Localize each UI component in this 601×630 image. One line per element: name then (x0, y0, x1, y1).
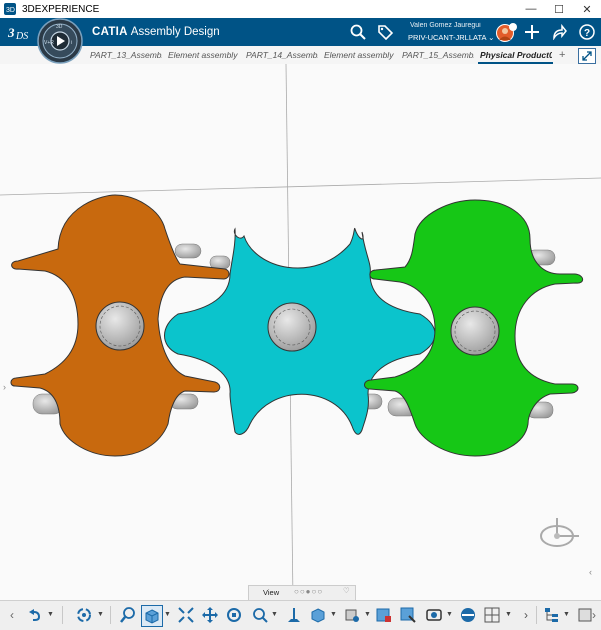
tenant-label: PRIV-UCANT-JRLLATA (408, 33, 487, 42)
expand-icon[interactable] (578, 48, 596, 64)
chevron-down-icon[interactable]: ▼ (563, 611, 570, 618)
chevron-down-icon[interactable]: ▼ (446, 611, 453, 618)
svg-text:i: i (71, 40, 72, 46)
scroll-left-icon[interactable]: ‹ (2, 605, 22, 625)
tab-element-assembly-1[interactable]: Element assembly (168, 50, 240, 60)
left-panel-toggle-icon[interactable]: › (3, 382, 6, 392)
view-pager-label: View (263, 588, 280, 597)
user-block[interactable]: Valen Gomez Jauregui PRIV-UCANT-JRLLATA … (408, 18, 500, 46)
tree-icon[interactable] (542, 605, 562, 625)
divider (536, 606, 537, 624)
minimize-icon[interactable]: — (517, 0, 545, 18)
chevron-down-icon[interactable]: ▼ (47, 611, 54, 618)
iso-view-icon[interactable] (308, 605, 328, 625)
rotate-icon[interactable] (224, 605, 244, 625)
chevron-down-icon[interactable]: ▼ (330, 611, 337, 618)
pan-icon[interactable] (200, 605, 220, 625)
scroll-right-icon[interactable]: › (588, 605, 600, 625)
hub-left (95, 301, 145, 351)
tab-part-14[interactable]: PART_14_Assembly (246, 50, 318, 60)
window-title: 3DEXPERIENCE (22, 3, 100, 15)
axis-line-horizontal (0, 177, 601, 196)
action-bar: ‹ ▼ ▼ ▼ ▼ ▼ ▼ ▼ ▼ › ▼ › (0, 600, 601, 630)
svg-text:?: ? (584, 28, 590, 39)
zoom-in-out-icon[interactable] (250, 605, 270, 625)
app-title: CATIA Assembly Design (92, 26, 220, 38)
brand-name: CATIA (92, 26, 128, 38)
svg-text:DS: DS (15, 31, 28, 41)
app-icon: 3D (4, 3, 16, 15)
tab-bar: PART_13_Assembly Element assembly PART_1… (0, 46, 601, 65)
tab-element-assembly-2[interactable]: Element assembly (324, 50, 396, 60)
svg-text:3D: 3D (56, 24, 63, 30)
add-tab-button[interactable]: + (559, 49, 565, 61)
help-icon[interactable]: ? (577, 22, 597, 42)
axis-triad-icon (540, 518, 579, 547)
hub-center (267, 302, 317, 352)
svg-text:3: 3 (8, 25, 15, 40)
right-panel-toggle-icon[interactable]: ‹ (589, 567, 592, 577)
tab-part-15[interactable]: PART_15_Assembly (402, 50, 474, 60)
fit-all-icon[interactable] (176, 605, 196, 625)
close-icon[interactable]: ✕ (573, 0, 601, 18)
view-pager-dots[interactable]: ○○●○○ (294, 587, 323, 596)
chevron-down-icon: ⌄ (488, 33, 495, 42)
chevron-down-icon[interactable]: ▼ (271, 611, 278, 618)
share-icon[interactable] (549, 22, 569, 42)
undo-icon[interactable] (24, 605, 44, 625)
3d-viewport[interactable]: › ‹ (0, 63, 601, 601)
view-pager[interactable]: View ○○●○○ ♡ (248, 585, 356, 600)
chevron-down-icon[interactable]: ▼ (364, 611, 371, 618)
more-icon[interactable]: › (516, 605, 536, 625)
maximize-icon[interactable]: ☐ (545, 0, 573, 18)
chevron-down-icon[interactable]: ♡ (343, 586, 350, 595)
chevron-down-icon[interactable]: ▼ (164, 611, 171, 618)
tab-part-13[interactable]: PART_13_Assembly (90, 50, 162, 60)
svg-text:3D: 3D (6, 7, 15, 14)
tag-icon[interactable] (375, 22, 395, 42)
chevron-down-icon[interactable]: ▼ (505, 611, 512, 618)
user-name: Valen Gomez Jauregui (410, 22, 481, 29)
add-icon[interactable] (522, 22, 542, 42)
tenant-selector[interactable]: PRIV-UCANT-JRLLATA ⌄ (408, 33, 494, 42)
compass-icon[interactable]: 3D V+R i (37, 18, 83, 64)
app-name: Assembly Design (130, 26, 220, 38)
hide-show-icon[interactable] (374, 605, 394, 625)
window-title-bar: 3D 3DEXPERIENCE — ☐ ✕ (0, 0, 601, 19)
view-cube-icon[interactable] (141, 605, 163, 627)
notification-dot (509, 23, 517, 31)
svg-text:V+R: V+R (44, 40, 54, 46)
tab-physical-product[interactable]: Physical Product0 (480, 50, 552, 60)
model-canvas (0, 63, 601, 601)
layout-icon[interactable] (482, 605, 502, 625)
divider (110, 606, 111, 624)
ds-logo-icon[interactable]: 3 DS (8, 23, 30, 41)
orbit-icon[interactable] (74, 605, 94, 625)
section-icon[interactable] (458, 605, 478, 625)
normal-view-icon[interactable] (284, 605, 304, 625)
chevron-down-icon[interactable]: ▼ (97, 611, 104, 618)
search-icon[interactable] (348, 22, 368, 42)
capture-icon[interactable] (424, 605, 444, 625)
render-style-icon[interactable] (342, 605, 362, 625)
hub-right (450, 306, 500, 356)
appearance-icon[interactable] (398, 605, 418, 625)
zoom-icon[interactable] (118, 605, 138, 625)
divider (62, 606, 63, 624)
